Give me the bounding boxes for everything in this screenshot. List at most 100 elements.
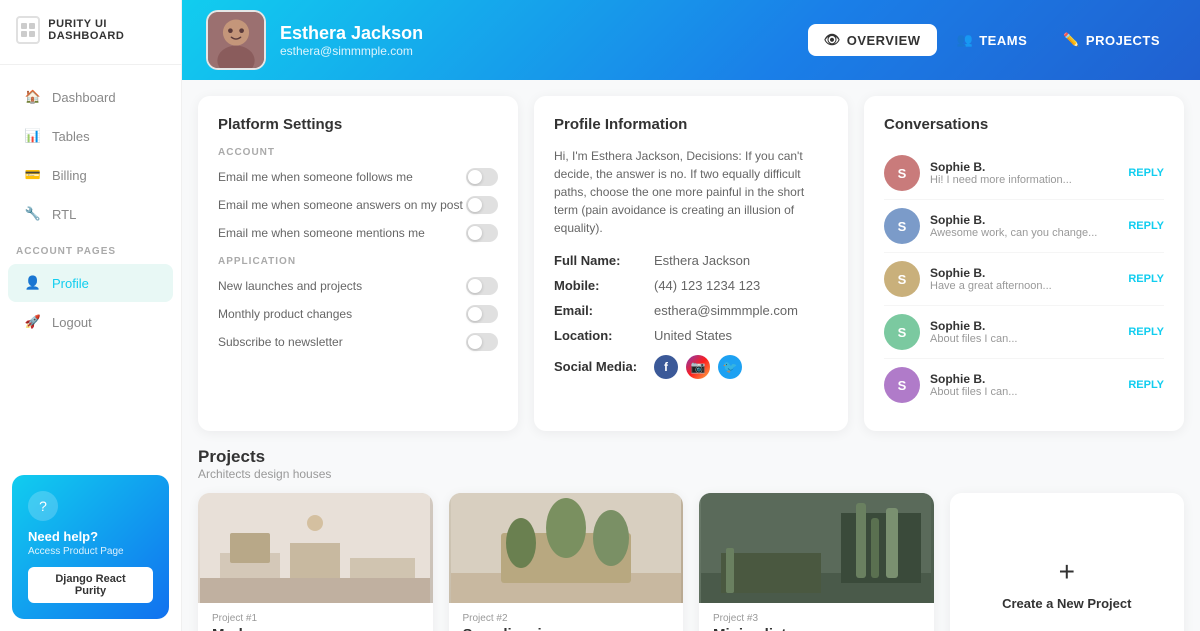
tab-label: PROJECTS [1086, 33, 1160, 48]
field-value: (44) 123 1234 123 [654, 278, 760, 293]
conv-avatar: S [884, 367, 920, 403]
conv-avatar: S [884, 261, 920, 297]
help-subtitle: Access Product Page [28, 546, 153, 557]
billing-icon: 💳 [24, 166, 42, 184]
project-name: Scandinavian [463, 626, 670, 631]
project-name: Minimalist [713, 626, 920, 631]
projects-title: Projects [198, 447, 1184, 467]
page-content: Platform Settings ACCOUNT Email me when … [182, 80, 1200, 631]
sidebar-item-tables[interactable]: 📊 Tables [8, 117, 173, 155]
setting-newsletter: Subscribe to newsletter [218, 333, 498, 351]
profile-header: Esthera Jackson esthera@simmmple.com 👁 O… [182, 0, 1200, 80]
sidebar-item-logout[interactable]: 🚀 Logout [8, 303, 173, 341]
setting-mentions: Email me when someone mentions me [218, 224, 498, 242]
tab-teams[interactable]: 👥 TEAMS [941, 24, 1044, 56]
conversations-title: Conversations [884, 116, 1164, 133]
setting-label: New launches and projects [218, 279, 362, 293]
reply-button-2[interactable]: REPLY [1128, 273, 1164, 285]
table-icon: 📊 [24, 127, 42, 145]
conv-info: Sophie B. Awesome work, can you change..… [930, 213, 1118, 239]
create-project-card[interactable]: + Create a New Project ⚙ [950, 493, 1185, 631]
profile-info-card: Profile Information Hi, I'm Esthera Jack… [534, 96, 848, 431]
sidebar-item-label: Profile [52, 276, 89, 291]
brand-name: PURITY UI DASHBOARD [48, 18, 165, 42]
project-image-0 [198, 493, 433, 603]
avatar-image: S [884, 314, 920, 350]
project-image-2 [699, 493, 934, 603]
field-label: Location: [554, 328, 654, 343]
avatar-image: S [884, 261, 920, 297]
conv-info: Sophie B. Have a great afternoon... [930, 266, 1118, 292]
sidebar-brand: PURITY UI DASHBOARD [0, 0, 181, 65]
project-name: Modern [212, 626, 419, 631]
sidebar-item-dashboard[interactable]: 🏠 Dashboard [8, 78, 173, 116]
instagram-icon[interactable]: 📷 [686, 355, 710, 379]
toggle-answers[interactable] [466, 196, 498, 214]
sidebar-item-rtl[interactable]: 🔧 RTL [8, 195, 173, 233]
facebook-icon[interactable]: f [654, 355, 678, 379]
platform-settings-title: Platform Settings [218, 116, 498, 133]
toggle-follows[interactable] [466, 168, 498, 186]
main-content: Esthera Jackson esthera@simmmple.com 👁 O… [182, 0, 1200, 631]
conv-avatar: S [884, 208, 920, 244]
team-icon: 👥 [957, 32, 974, 48]
project-number: Project #2 [463, 613, 670, 624]
sidebar-item-billing[interactable]: 💳 Billing [8, 156, 173, 194]
pen-icon: ✏️ [1063, 32, 1080, 48]
project-image-1 [449, 493, 684, 603]
field-label: Mobile: [554, 278, 654, 293]
projects-grid: Project #1 Modern [198, 493, 1184, 631]
project-number: Project #1 [212, 613, 419, 624]
conversations-card: Conversations S Sophie B. Hi! I need mor… [864, 96, 1184, 431]
conv-name: Sophie B. [930, 160, 1118, 174]
project-card-1: Project #2 Scandinavian [449, 493, 684, 631]
conv-message: Awesome work, can you change... [930, 227, 1118, 239]
brand-icon [16, 16, 40, 44]
help-icon: ? [28, 491, 58, 521]
profile-fullname: Full Name: Esthera Jackson [554, 253, 828, 268]
field-value: Esthera Jackson [654, 253, 750, 268]
conv-name: Sophie B. [930, 213, 1118, 227]
projects-section: Projects Architects design houses [198, 447, 1184, 631]
sidebar-item-label: Dashboard [52, 90, 116, 105]
project-number: Project #3 [713, 613, 920, 624]
setting-monthly: Monthly product changes [218, 305, 498, 323]
tab-label: TEAMS [979, 33, 1027, 48]
toggle-newsletter[interactable] [466, 333, 498, 351]
rtl-icon: 🔧 [24, 205, 42, 223]
setting-label: Email me when someone answers on my post [218, 198, 463, 212]
tab-projects[interactable]: ✏️ PROJECTS [1047, 24, 1176, 56]
field-label: Social Media: [554, 359, 654, 374]
setting-follows: Email me when someone follows me [218, 168, 498, 186]
field-value: United States [654, 328, 732, 343]
conv-name: Sophie B. [930, 319, 1118, 333]
avatar-image: S [884, 367, 920, 403]
conv-message: About files I can... [930, 333, 1118, 345]
avatar-image: S [884, 208, 920, 244]
field-label: Email: [554, 303, 654, 318]
reply-button-1[interactable]: REPLY [1128, 220, 1164, 232]
setting-label: Monthly product changes [218, 307, 352, 321]
sidebar-item-profile[interactable]: 👤 Profile [8, 264, 173, 302]
avatar [206, 10, 266, 70]
tab-overview[interactable]: 👁 OVERVIEW [808, 24, 937, 56]
conv-item-4: S Sophie B. About files I can... REPLY [884, 359, 1164, 411]
reply-button-4[interactable]: REPLY [1128, 379, 1164, 391]
profile-social: Social Media: f 📷 🐦 [554, 353, 828, 379]
sidebar-item-label: Logout [52, 315, 92, 330]
help-button[interactable]: Django React Purity [28, 567, 153, 603]
sidebar-help-card: ? Need help? Access Product Page Django … [12, 475, 169, 619]
toggle-mentions[interactable] [466, 224, 498, 242]
avatar-image: S [884, 155, 920, 191]
reply-button-0[interactable]: REPLY [1128, 167, 1164, 179]
conv-avatar: S [884, 314, 920, 350]
account-section-title: ACCOUNT PAGES [0, 234, 181, 263]
setting-label: Email me when someone follows me [218, 170, 413, 184]
setting-launches: New launches and projects [218, 277, 498, 295]
twitter-icon[interactable]: 🐦 [718, 355, 742, 379]
cards-row: Platform Settings ACCOUNT Email me when … [198, 96, 1184, 431]
toggle-monthly[interactable] [466, 305, 498, 323]
field-label: Full Name: [554, 253, 654, 268]
reply-button-3[interactable]: REPLY [1128, 326, 1164, 338]
toggle-launches[interactable] [466, 277, 498, 295]
